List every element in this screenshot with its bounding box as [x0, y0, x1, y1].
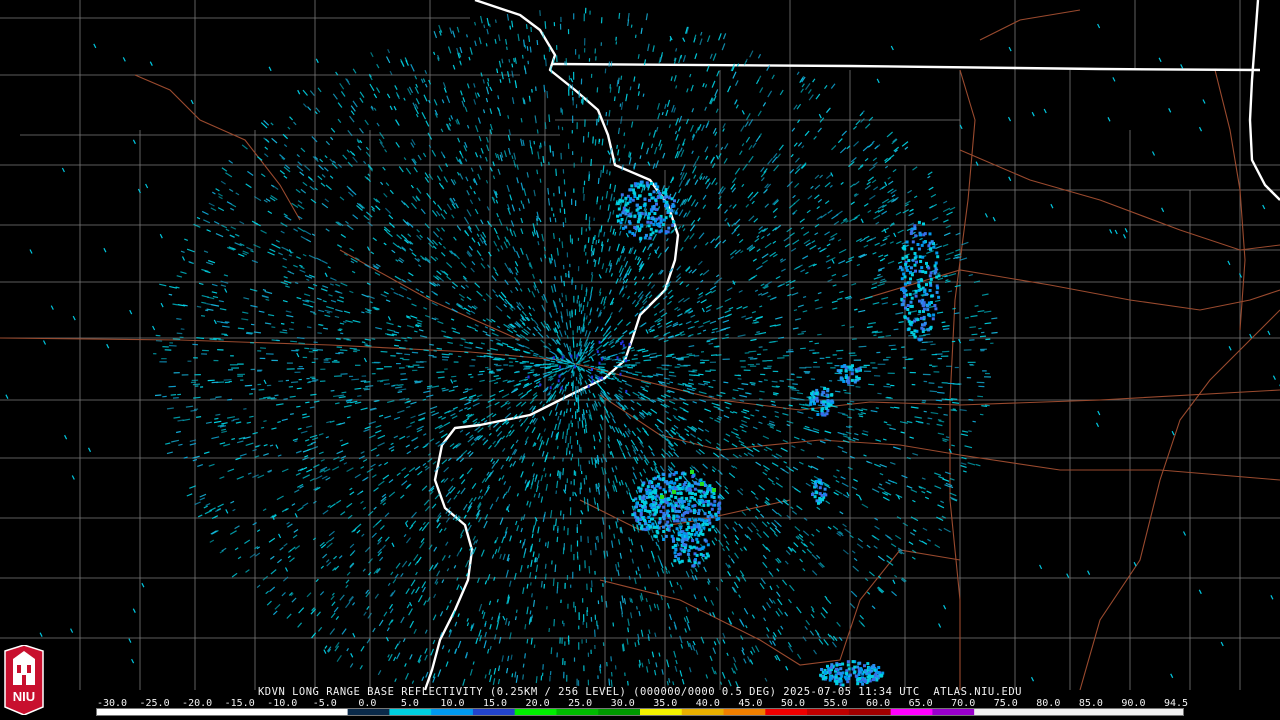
color-bar-segment: [389, 709, 432, 715]
color-bar-segment: [848, 709, 892, 715]
logo-text: NIU: [13, 689, 35, 704]
county-boundaries: [0, 0, 1280, 690]
color-bar-segment: [890, 709, 933, 715]
niu-logo: NIU: [4, 645, 44, 715]
color-bar-segment: [347, 709, 390, 715]
color-bar-segment: [472, 709, 516, 715]
color-bar-segment: [974, 709, 1017, 715]
color-bar-segment: [640, 709, 683, 715]
reflectivity-scale-labels: -30.0 -25.0 -20.0 -15.0 -10.0 -5.0 0.0 5.0 10.0 1…: [0, 698, 1280, 709]
color-bar-segment: [514, 709, 557, 715]
color-bar-segment: [431, 709, 474, 715]
color-bar-segment: [765, 709, 808, 715]
color-bar-segment: [723, 709, 766, 715]
state-borders: [423, 0, 1280, 691]
color-bar-segment: [180, 709, 223, 715]
radar-echoes: [5, 7, 1280, 689]
color-bar-segment: [1015, 709, 1059, 715]
color-bar-segment: [1099, 709, 1142, 715]
reflectivity-color-bar: [96, 708, 1184, 716]
color-bar-segment: [305, 709, 349, 715]
color-bar-segment: [264, 709, 307, 715]
color-bar-segment: [556, 709, 599, 715]
color-bar-segment: [1141, 709, 1183, 715]
color-bar-segment: [138, 709, 182, 715]
lake-michigan-shore: [1248, 0, 1280, 201]
radar-map: [0, 0, 1280, 691]
color-bar-segment: [807, 709, 850, 715]
iowa-minnesota-border: [551, 62, 1261, 72]
color-bar-segment: [1057, 709, 1100, 715]
color-bar-segment: [932, 709, 975, 715]
color-bar-segment: [598, 709, 641, 715]
color-bar-segment: [222, 709, 265, 715]
color-bar-segment: [681, 709, 725, 715]
product-caption: KDVN LONG RANGE BASE REFLECTIVITY (0.25K…: [257, 686, 1022, 698]
color-bar-segment: [97, 709, 140, 715]
